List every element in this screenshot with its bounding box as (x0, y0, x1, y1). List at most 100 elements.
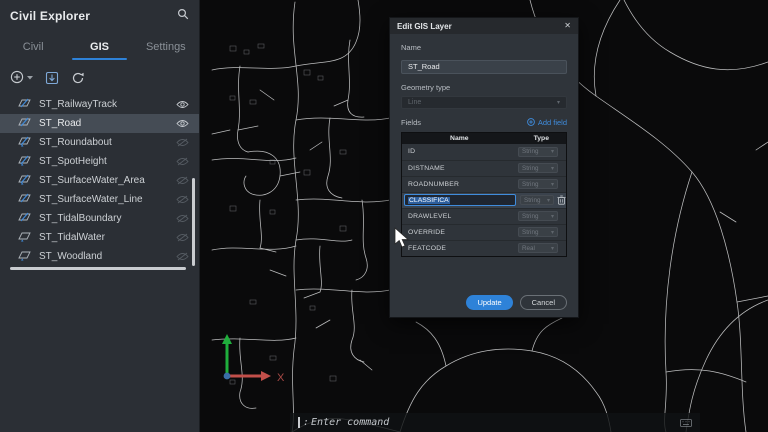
layer-type-icon (18, 229, 31, 247)
field-row[interactable]: FEATCODE Real▾ (402, 240, 566, 256)
field-type-select: String▾ (518, 211, 558, 221)
fields-table: Name Type ID String▾ DISTNAME String▾ RO… (401, 132, 567, 257)
field-name: OVERRIDE (408, 229, 518, 236)
tab-settings[interactable]: Settings (133, 35, 199, 60)
field-name: DRAWLEVEL (408, 213, 518, 220)
panel-tabs: Civil GIS Settings (0, 35, 199, 60)
layer-name: ST_TidalWater (39, 232, 168, 243)
import-layer-button[interactable] (45, 71, 59, 85)
layer-row[interactable]: ST_Roundabout (0, 133, 199, 152)
layer-type-icon (18, 210, 31, 228)
visibility-off-icon[interactable] (176, 210, 189, 228)
field-name-edit-input[interactable]: CLASSIFICA (404, 194, 516, 206)
gis-layer-list: ST_RailwayTrack ST_Road ST_Roundabout ST… (0, 95, 199, 266)
tab-gis[interactable]: GIS (66, 35, 132, 60)
chevron-down-icon (27, 75, 33, 80)
layer-type-icon (18, 191, 31, 209)
visibility-off-icon[interactable] (176, 248, 189, 266)
field-type-select: Real▾ (518, 243, 558, 253)
text-cursor (298, 417, 300, 428)
command-prompt: : (303, 417, 309, 428)
name-label: Name (401, 43, 567, 52)
close-icon[interactable]: ✕ (564, 22, 571, 30)
field-row[interactable]: DRAWLEVEL String▾ (402, 208, 566, 224)
layer-name: ST_TidalBoundary (39, 213, 168, 224)
column-header-name: Name (402, 135, 517, 142)
layer-type-icon (18, 248, 31, 266)
field-row-editing[interactable]: CLASSIFICA String▾ (402, 192, 566, 208)
layer-type-icon (18, 153, 31, 171)
layer-name: ST_SurfaceWater_Line (39, 194, 168, 205)
geometry-type-select: Line ▾ (401, 96, 567, 109)
field-type-select: String▾ (518, 147, 558, 157)
visibility-off-icon[interactable] (176, 172, 189, 190)
layer-toolbar (0, 60, 199, 93)
panel-title: Civil Explorer (10, 9, 90, 23)
layer-name: ST_Road (39, 118, 168, 129)
layer-row[interactable]: ST_TidalWater (0, 228, 199, 247)
field-type-select: String▾ (518, 163, 558, 173)
layer-name-input[interactable] (401, 60, 567, 74)
field-name: DISTNAME (408, 165, 518, 172)
layer-row[interactable]: ST_Woodland (0, 247, 199, 266)
field-row[interactable]: ROADNUMBER String▾ (402, 176, 566, 192)
field-row[interactable]: OVERRIDE String▾ (402, 224, 566, 240)
layer-type-icon (18, 134, 31, 152)
edit-gis-layer-dialog: Edit GIS Layer ✕ Name Geometry type Line… (389, 17, 579, 318)
layer-row[interactable]: ST_SpotHeight (0, 152, 199, 171)
plus-circle-icon (527, 118, 535, 126)
field-row[interactable]: ID String▾ (402, 144, 566, 160)
field-type-select: String▾ (520, 195, 554, 205)
ucs-x-label: X (277, 372, 285, 384)
add-field-button[interactable]: Add field (527, 118, 567, 127)
layer-row[interactable]: ST_Road (0, 114, 199, 133)
search-icon[interactable] (177, 7, 189, 25)
civil-explorer-panel: Civil Explorer Civil GIS Settings (0, 0, 200, 432)
command-bar[interactable]: : Enter command (290, 413, 700, 432)
visibility-off-icon[interactable] (176, 134, 189, 152)
geometry-type-label: Geometry type (401, 83, 567, 92)
app-window: X Civil Explorer Civil GIS Settings (0, 0, 768, 432)
layer-name: ST_Roundabout (39, 137, 168, 148)
tab-civil[interactable]: Civil (0, 35, 66, 60)
field-type-select: String▾ (518, 227, 558, 237)
mouse-cursor (394, 227, 410, 254)
field-type-select: String▾ (518, 179, 558, 189)
vertical-scrollbar[interactable] (192, 178, 195, 266)
fields-label: Fields (401, 118, 421, 127)
layer-name: ST_SpotHeight (39, 156, 168, 167)
ucs-axis-icon: X (205, 330, 295, 405)
visibility-off-icon[interactable] (176, 153, 189, 171)
layer-name: ST_Woodland (39, 251, 168, 262)
delete-field-button[interactable] (557, 195, 566, 205)
layer-row[interactable]: ST_TidalBoundary (0, 209, 199, 228)
field-name: FEATCODE (408, 245, 518, 252)
geometry-type-value: Line (408, 99, 421, 106)
field-name: ID (408, 148, 518, 155)
layer-type-icon (18, 115, 31, 133)
field-name: ROADNUMBER (408, 181, 518, 188)
update-button[interactable]: Update (466, 295, 512, 310)
visibility-on-icon[interactable] (176, 96, 189, 114)
keyboard-icon[interactable] (680, 414, 692, 432)
dialog-title: Edit GIS Layer (397, 22, 452, 31)
layer-row[interactable]: ST_SurfaceWater_Area (0, 171, 199, 190)
visibility-off-icon[interactable] (176, 229, 189, 247)
command-placeholder: Enter command (311, 417, 389, 428)
dialog-titlebar[interactable]: Edit GIS Layer ✕ (390, 18, 578, 34)
layer-row[interactable]: ST_SurfaceWater_Line (0, 190, 199, 209)
field-row[interactable]: DISTNAME String▾ (402, 160, 566, 176)
layer-type-icon (18, 96, 31, 114)
chevron-down-icon: ▾ (557, 99, 560, 106)
layer-name: ST_SurfaceWater_Area (39, 175, 168, 186)
horizontal-scrollbar[interactable] (10, 267, 186, 270)
layer-row[interactable]: ST_RailwayTrack (0, 95, 199, 114)
refresh-button[interactable] (71, 71, 85, 85)
visibility-on-icon[interactable] (176, 115, 189, 133)
column-header-type: Type (517, 135, 566, 142)
layer-type-icon (18, 172, 31, 190)
visibility-off-icon[interactable] (176, 191, 189, 209)
cancel-button[interactable]: Cancel (520, 295, 567, 310)
add-layer-button[interactable] (10, 70, 33, 85)
layer-name: ST_RailwayTrack (39, 99, 168, 110)
